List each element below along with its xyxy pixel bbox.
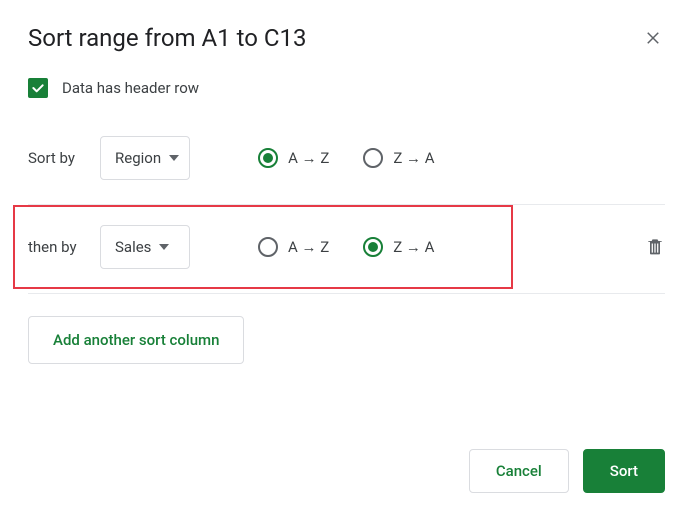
- sort-asc-label: A → Z: [288, 149, 329, 167]
- trash-icon: [645, 235, 665, 257]
- sort-label: Sort: [610, 462, 638, 480]
- check-icon: [30, 80, 46, 96]
- header-row-checkbox[interactable]: [28, 78, 48, 98]
- cancel-button[interactable]: Cancel: [469, 449, 569, 493]
- divider: [28, 293, 665, 294]
- close-button[interactable]: [641, 26, 665, 50]
- then-asc-radio[interactable]: A → Z: [258, 237, 329, 257]
- then-desc-label: Z → A: [393, 238, 434, 256]
- delete-row-button[interactable]: [645, 235, 665, 257]
- sort-direction-group: A → Z Z → A: [258, 148, 434, 168]
- sort-desc-radio[interactable]: Z → A: [363, 148, 434, 168]
- radio-icon: [363, 148, 383, 168]
- sort-column-dropdown[interactable]: Region: [100, 136, 190, 180]
- sort-desc-label: Z → A: [393, 149, 434, 167]
- sort-column-value: Region: [115, 149, 161, 167]
- caret-down-icon: [169, 155, 179, 161]
- then-column-value: Sales: [115, 238, 151, 256]
- then-column-dropdown[interactable]: Sales: [100, 225, 190, 269]
- dialog-header: Sort range from A1 to C13: [28, 24, 665, 52]
- sort-asc-radio[interactable]: A → Z: [258, 148, 329, 168]
- sort-button[interactable]: Sort: [583, 449, 665, 493]
- sort-range-dialog: Sort range from A1 to C13 Data has heade…: [0, 0, 693, 384]
- then-by-label: then by: [28, 238, 100, 256]
- then-desc-radio[interactable]: Z → A: [363, 237, 434, 257]
- then-direction-group: A → Z Z → A: [258, 237, 434, 257]
- add-sort-column-button[interactable]: Add another sort column: [28, 316, 244, 364]
- sort-row-secondary-wrap: then by Sales A → Z Z → A: [28, 223, 665, 271]
- sort-row-secondary: then by Sales A → Z Z → A: [28, 223, 665, 271]
- divider: [28, 204, 665, 205]
- header-row-label: Data has header row: [62, 79, 199, 97]
- dialog-title: Sort range from A1 to C13: [28, 24, 306, 52]
- close-icon: [644, 29, 662, 47]
- header-row-option: Data has header row: [28, 78, 665, 98]
- cancel-label: Cancel: [496, 462, 542, 480]
- add-sort-column-label: Add another sort column: [53, 331, 219, 349]
- dialog-footer: Cancel Sort: [469, 449, 665, 493]
- radio-icon: [258, 237, 278, 257]
- caret-down-icon: [159, 244, 169, 250]
- sort-by-label: Sort by: [28, 149, 100, 167]
- radio-icon: [258, 148, 278, 168]
- sort-row-primary: Sort by Region A → Z Z → A: [28, 134, 665, 182]
- radio-icon: [363, 237, 383, 257]
- then-asc-label: A → Z: [288, 238, 329, 256]
